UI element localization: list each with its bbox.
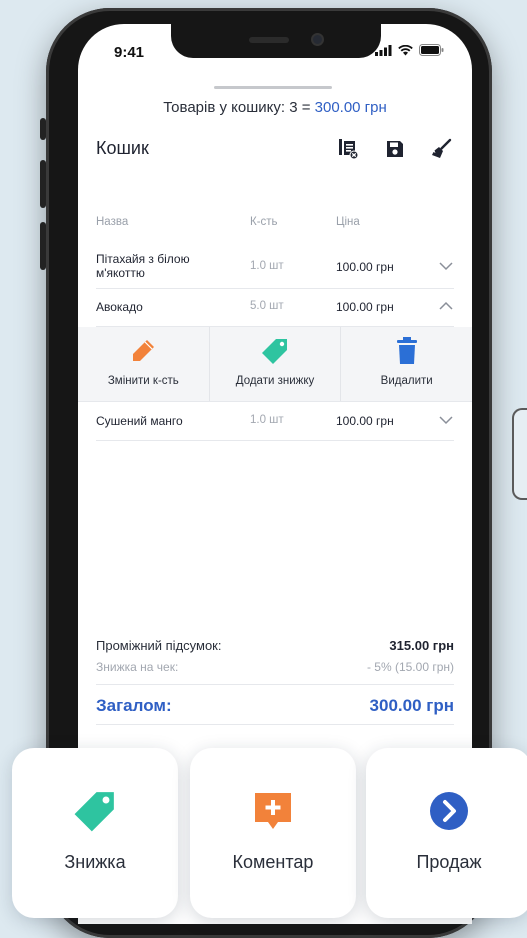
total-value: 300.00 грн bbox=[369, 696, 454, 715]
sale-card-label: Продаж bbox=[416, 852, 482, 872]
comment-card-icon-wrap bbox=[250, 788, 296, 834]
clear-cart-button[interactable] bbox=[428, 136, 454, 162]
chevron-down-icon[interactable] bbox=[438, 258, 454, 274]
row-name: Авокадо bbox=[96, 300, 143, 314]
subtotal-value: 315.00 грн bbox=[389, 638, 454, 653]
wifi-icon bbox=[398, 44, 413, 55]
phone-notch bbox=[171, 24, 381, 58]
cart-toolbar bbox=[336, 136, 454, 162]
phone-volume-down bbox=[40, 222, 46, 270]
front-camera bbox=[311, 33, 324, 46]
status-bar: 9:41 bbox=[78, 24, 472, 74]
tag-icon bbox=[262, 339, 287, 364]
row-price: 100.00 грн bbox=[336, 300, 394, 314]
table-row[interactable]: Сушений манго 1.0 шт 100.00 грн bbox=[96, 402, 454, 441]
row-name: Сушений манго bbox=[96, 414, 183, 428]
cart-summary-amount: 300.00 грн bbox=[314, 99, 387, 116]
arrow-right-circle-icon bbox=[430, 792, 468, 830]
delete-item-label: Видалити bbox=[380, 375, 433, 387]
row-name: Пітахайя з білою м'якоттю bbox=[96, 252, 190, 280]
header-qty: К-сть bbox=[250, 216, 278, 228]
total-label: Загалом: bbox=[96, 696, 172, 715]
broom-icon bbox=[432, 138, 452, 158]
speaker-grille bbox=[249, 37, 289, 43]
save-icon bbox=[387, 141, 403, 157]
receipt-button[interactable] bbox=[336, 136, 362, 162]
cart-summary: Товарів у кошику: 3 = 300.00 грн bbox=[78, 99, 472, 116]
phone-volume-up bbox=[40, 160, 46, 208]
header-price: Ціна bbox=[336, 216, 360, 228]
row-qty: 1.0 шт bbox=[250, 414, 284, 426]
add-comment-icon bbox=[255, 793, 291, 829]
header-name: Назва bbox=[96, 216, 129, 228]
table-row[interactable]: Пітахайя з білою м'якоттю 1.0 шт 100.00 … bbox=[96, 244, 454, 289]
add-discount-button[interactable]: Додати знижку bbox=[210, 327, 342, 401]
discount-card-icon-wrap bbox=[72, 788, 118, 834]
comment-card-label: Коментар bbox=[232, 852, 314, 872]
edit-quantity-label: Змінити к-сть bbox=[107, 375, 179, 387]
row-price: 100.00 грн bbox=[336, 260, 394, 274]
adjacent-phone-edge bbox=[512, 408, 527, 500]
row-actions-panel: Змінити к-сть Додати знижку Видалити bbox=[78, 327, 472, 402]
table-row[interactable]: Авокадо 5.0 шт 100.00 грн bbox=[96, 288, 454, 327]
chevron-up-icon[interactable] bbox=[438, 298, 454, 314]
delete-item-button[interactable]: Видалити bbox=[341, 327, 472, 401]
status-time: 9:41 bbox=[114, 44, 145, 61]
cart-summary-text: Товарів у кошику: 3 = bbox=[163, 99, 315, 116]
tag-icon bbox=[74, 792, 114, 832]
receipt-icon bbox=[339, 139, 359, 160]
row-qty: 1.0 шт bbox=[250, 260, 284, 272]
pencil-icon bbox=[133, 340, 155, 361]
discount-value: - 5% (15.00 грн) bbox=[366, 660, 454, 674]
trash-icon bbox=[396, 337, 417, 364]
totals-divider bbox=[96, 684, 454, 685]
comment-card-button[interactable]: Коментар bbox=[190, 748, 356, 918]
add-discount-label: Додати знижку bbox=[235, 375, 315, 387]
subtotal-label: Проміжний підсумок: bbox=[96, 638, 222, 653]
signal-icon bbox=[375, 44, 392, 56]
discount-card-label: Знижка bbox=[64, 852, 126, 872]
phone-mute-switch bbox=[40, 118, 46, 140]
row-qty: 5.0 шт bbox=[250, 300, 284, 312]
discount-card-button[interactable]: Знижка bbox=[12, 748, 178, 918]
sale-card-icon-wrap bbox=[426, 788, 472, 834]
status-icons bbox=[375, 44, 444, 56]
totals-divider bbox=[96, 724, 454, 725]
edit-quantity-button[interactable]: Змінити к-сть bbox=[78, 327, 210, 401]
save-button[interactable] bbox=[382, 136, 408, 162]
chevron-down-icon[interactable] bbox=[438, 412, 454, 428]
battery-icon bbox=[419, 44, 444, 56]
row-price: 100.00 грн bbox=[336, 414, 394, 428]
sale-card-button[interactable]: Продаж bbox=[366, 748, 527, 918]
cart-title: Кошик bbox=[96, 138, 149, 158]
discount-label: Знижка на чек: bbox=[96, 660, 179, 674]
sheet-drag-handle[interactable] bbox=[214, 86, 332, 89]
